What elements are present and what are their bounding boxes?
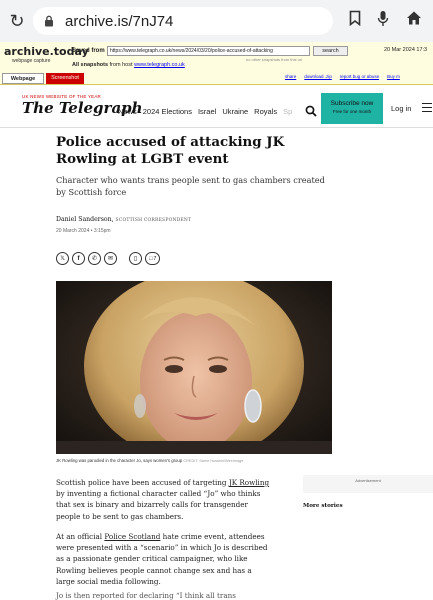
comment-count: 7	[153, 255, 157, 262]
author-name[interactable]: Daniel Sanderson,	[56, 216, 114, 223]
police-scotland-link[interactable]: Police Scotland	[104, 532, 160, 541]
share-link[interactable]: share	[285, 74, 296, 79]
mic-icon[interactable]	[377, 10, 389, 28]
login-button[interactable]: Log in	[391, 104, 411, 113]
subscribe-label: Subscribe now	[330, 100, 374, 107]
main-nav: News 2024 Elections Israel Ukraine Royal…	[118, 107, 304, 116]
nav-item-news[interactable]: News	[118, 107, 137, 116]
saved-from-label: Saved from	[72, 48, 105, 54]
url-text: archive.is/7nJ74	[65, 12, 174, 30]
facebook-share-icon[interactable]: f	[72, 252, 85, 265]
caption-text: JK Rowling was parodied in the character…	[56, 458, 183, 463]
photo-illustration	[56, 281, 332, 454]
article-paragraph: At an official Police Scotland hate crim…	[56, 531, 270, 587]
all-snapshots-label: All snapshots	[72, 62, 109, 68]
all-snapshots-line: All snapshots from host www.telegraph.co…	[72, 62, 185, 68]
host-link[interactable]: www.telegraph.co.uk	[134, 62, 185, 68]
menu-icon[interactable]	[422, 103, 432, 113]
paragraph-text: At an official	[56, 532, 105, 541]
jk-rowling-link[interactable]: JK Rowling	[229, 478, 269, 487]
article-paragraph: Jo is then reported for declaring “I thi…	[56, 591, 236, 600]
author-role: SCOTTISH CORRESPONDENT	[115, 218, 192, 223]
article-date: 20 March 2024 • 3:15pm	[56, 228, 111, 234]
nav-item-sport[interactable]: Sp	[283, 107, 292, 116]
email-share-icon[interactable]: ✉	[104, 252, 117, 265]
nav-item-royals[interactable]: Royals	[254, 107, 277, 116]
tab-webpage[interactable]: Webpage	[2, 73, 44, 84]
download-zip-link[interactable]: download .zip	[304, 74, 332, 79]
photo-caption: JK Rowling was parodied in the character…	[56, 458, 243, 463]
caption-credit: CREDIT: Samir Hussein/WireImage	[183, 459, 244, 463]
lock-icon	[45, 15, 53, 27]
archive-actions: share download .zip report bug or abuse …	[285, 74, 400, 79]
comments-button[interactable]: □ 7	[145, 252, 161, 265]
advertisement-slot: Advertisement	[303, 475, 433, 493]
tab-screenshot[interactable]: Screenshot	[46, 73, 84, 84]
article-standfirst: Character who wants trans people sent to…	[56, 175, 325, 197]
subscribe-sublabel: Free for one month	[332, 109, 372, 114]
archive-date: 20 Mar 2024 17:3	[384, 47, 428, 53]
reload-icon[interactable]: ↻	[2, 11, 32, 32]
home-icon[interactable]	[406, 10, 422, 26]
search-icon[interactable]	[304, 104, 318, 118]
paragraph-text: Scottish police have been accused of tar…	[56, 478, 229, 487]
save-article-icon[interactable]: ▯	[129, 252, 142, 265]
report-bug-link[interactable]: report bug or abuse	[340, 74, 379, 79]
nav-item-ukraine[interactable]: Ukraine	[222, 107, 248, 116]
browser-toolbar: ↻ archive.is/7nJ74	[0, 0, 433, 42]
nav-item-israel[interactable]: Israel	[198, 107, 216, 116]
site-header: UK NEWS WEBSITE OF THE YEAR The Telegrap…	[0, 86, 433, 128]
whatsapp-share-icon[interactable]: ✆	[88, 252, 101, 265]
from-host-label: from host	[109, 62, 133, 68]
x-share-icon[interactable]: 𝕏	[56, 252, 69, 265]
article-paragraph: Scottish police have been accused of tar…	[56, 477, 270, 522]
share-bar: 𝕏 f ✆ ✉ ▯ □ 7	[56, 252, 161, 265]
archive-logo-subtitle: webpage capture	[12, 58, 51, 64]
archive-search-button[interactable]: search	[313, 46, 348, 56]
other-snapshots-note: no other snapshots from this url	[246, 57, 303, 62]
saved-url-field[interactable]: https://www.telegraph.co.uk/news/2024/03…	[107, 46, 310, 56]
buy-link[interactable]: Buy m	[387, 74, 400, 79]
article-photo[interactable]	[56, 281, 332, 454]
subscribe-button[interactable]: Subscribe now Free for one month	[321, 93, 383, 124]
comment-icon: □	[149, 255, 153, 262]
article-headline: Police accused of attacking JK Rowling a…	[56, 134, 285, 167]
bookmark-icon[interactable]	[349, 10, 361, 26]
address-bar[interactable]: archive.is/7nJ74	[33, 7, 333, 35]
more-stories-heading: More stories	[303, 503, 343, 509]
byline: Daniel Sanderson, SCOTTISH CORRESPONDENT	[56, 216, 191, 223]
paragraph-text: by inventing a fictional character calle…	[56, 489, 261, 521]
nav-item-elections[interactable]: 2024 Elections	[143, 107, 192, 116]
archive-toolbar: archive.today webpage capture Saved from…	[0, 42, 433, 85]
